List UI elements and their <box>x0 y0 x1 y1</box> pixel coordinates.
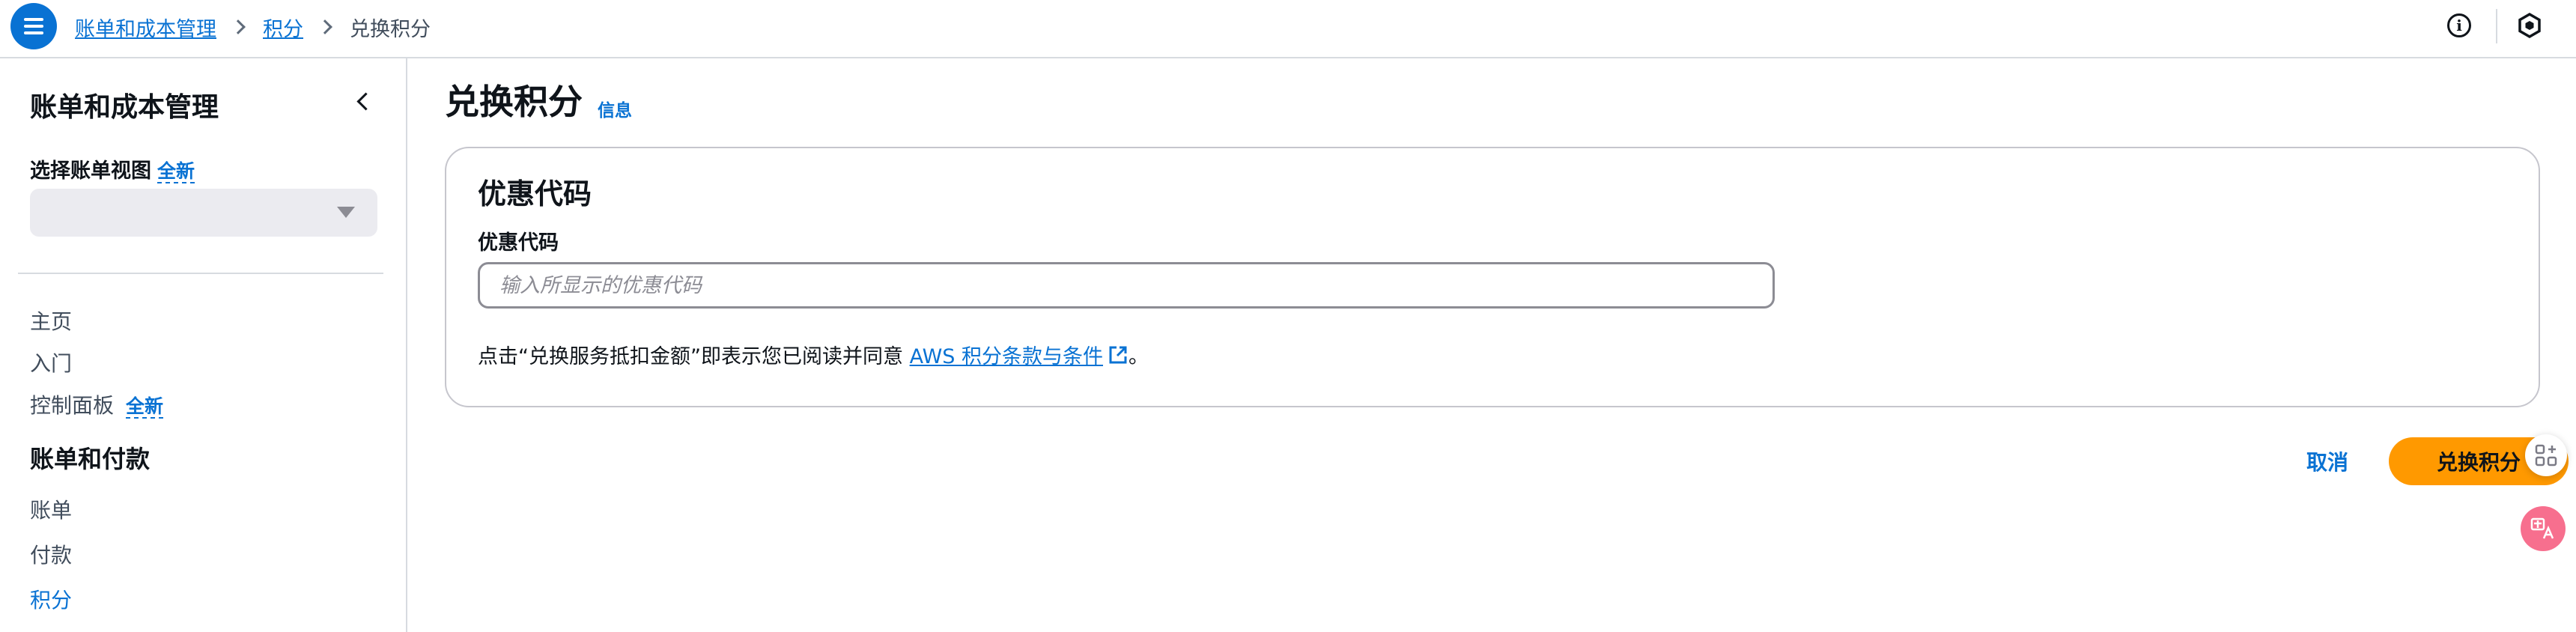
terms-notice: 点击“兑换服务抵扣金额”即表示您已阅读并同意 AWS 积分条款与条件 。 <box>478 340 1149 369</box>
sidebar-item-credits[interactable]: 积分 <box>30 584 72 614</box>
breadcrumb-current: 兑换积分 <box>350 17 431 41</box>
billing-view-label: 选择账单视图 全新 <box>30 154 195 183</box>
chevron-right-icon <box>231 19 246 34</box>
container-title: 优惠代码 <box>478 177 592 210</box>
sidebar-item-dashboard[interactable]: 控制面板 全新 <box>30 389 164 419</box>
breadcrumb: 账单和成本管理 积分 兑换积分 <box>75 12 431 42</box>
external-link-icon[interactable] <box>1108 344 1128 365</box>
promo-code-input[interactable] <box>478 262 1775 309</box>
info-circle-icon[interactable]: i <box>2447 13 2471 37</box>
billing-view-label-text: 选择账单视图 <box>30 159 151 183</box>
promo-code-label: 优惠代码 <box>478 231 559 255</box>
breadcrumb-link-credits[interactable]: 积分 <box>263 13 303 42</box>
apps-plus-glyph <box>2535 444 2557 467</box>
top-navigation-bar: 账单和成本管理 积分 兑换积分 i <box>0 0 2576 58</box>
new-badge[interactable]: 全新 <box>157 160 195 183</box>
terms-prefix: 点击“兑换服务抵扣金额”即表示您已阅读并同意 <box>478 345 903 368</box>
billing-view-select[interactable] <box>30 189 377 237</box>
sidebar-item-bills[interactable]: 账单 <box>30 494 72 524</box>
menu-button[interactable] <box>10 3 57 49</box>
translate-icon[interactable] <box>2521 506 2566 551</box>
page-title: 兑换积分 <box>445 82 583 122</box>
hamburger-menu-icon <box>24 18 43 34</box>
sidebar-item-home[interactable]: 主页 <box>30 306 72 335</box>
divider <box>2496 9 2497 43</box>
sidebar-divider <box>18 273 383 274</box>
translate-glyph <box>2530 517 2554 539</box>
sidebar-item-payments[interactable]: 付款 <box>30 539 72 569</box>
cancel-button[interactable]: 取消 <box>2288 439 2366 484</box>
sidebar-section-billing-payments: 账单和付款 <box>30 445 151 473</box>
sidebar-item-getting-started[interactable]: 入门 <box>30 347 72 377</box>
promo-code-container: 优惠代码 优惠代码 点击“兑换服务抵扣金额”即表示您已阅读并同意 AWS 积分条… <box>445 147 2540 407</box>
info-link[interactable]: 信息 <box>598 96 632 121</box>
terms-suffix: 。 <box>1128 345 1149 368</box>
sidebar-title: 账单和成本管理 <box>30 92 219 123</box>
side-navigation: 账单和成本管理 选择账单视图 全新 主页 入门 控制面板 全新 账单和付款 账单 付… <box>0 58 407 632</box>
apps-plus-icon[interactable] <box>2525 434 2567 476</box>
chevron-right-icon <box>318 19 332 34</box>
breadcrumb-link-billing[interactable]: 账单和成本管理 <box>75 13 216 42</box>
chevron-left-icon[interactable] <box>352 90 374 112</box>
new-badge[interactable]: 全新 <box>126 395 164 419</box>
hexagon-icon[interactable] <box>2516 12 2543 39</box>
terms-link[interactable]: AWS 积分条款与条件 <box>910 340 1103 369</box>
sidebar-item-label: 控制面板 <box>30 393 115 418</box>
